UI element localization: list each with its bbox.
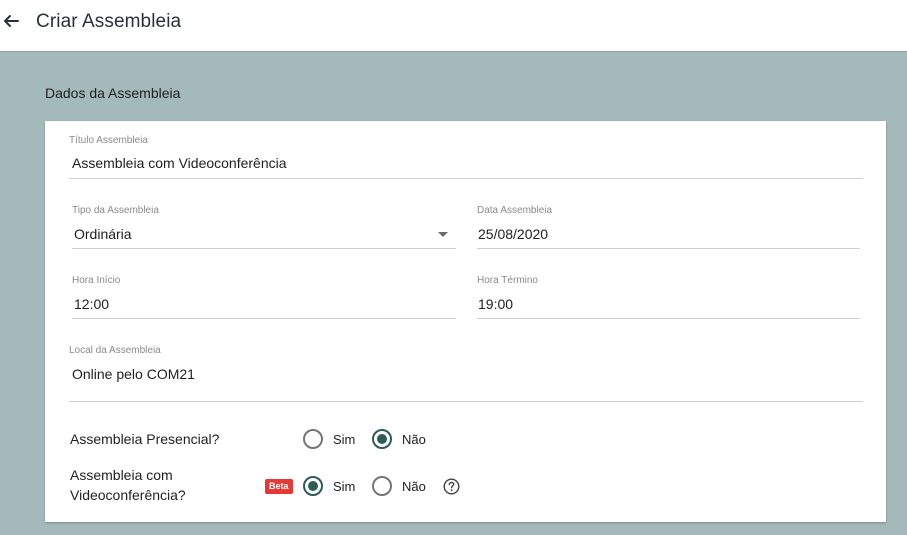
videoconferencia-sim-radio[interactable]: Sim [303,476,355,496]
hora-termino-value[interactable]: 19:00 [478,296,513,312]
radio-checked-icon[interactable] [372,429,392,449]
back-arrow-icon[interactable] [0,8,24,34]
section-title: Dados da Assembleia [45,85,181,101]
tipo-select[interactable]: Tipo da Assembleia Ordinária [72,205,456,249]
help-circle-icon[interactable] [443,478,460,495]
videoconferencia-question-line2: Videoconferência? [70,487,186,503]
presencial-nao-radio[interactable]: Não [372,429,426,449]
videoconferencia-question-line1: Assembleia com [70,467,173,483]
local-label: Local da Assembleia [69,345,161,356]
top-bar: Criar Assembleia [0,0,907,52]
hora-termino-label: Hora Término [477,275,538,286]
presencial-question: Assembleia Presencial? [70,431,220,447]
data-field[interactable]: Data Assembleia 25/08/2020 [477,205,860,249]
tipo-label: Tipo da Assembleia [72,205,159,216]
presencial-sim-label: Sim [333,431,356,447]
videoconferencia-question: Assembleia com Videoconferência? [70,465,186,505]
radio-checked-icon[interactable] [303,476,323,496]
presencial-sim-radio[interactable]: Sim [303,429,355,449]
titulo-field[interactable]: Título Assembleia Assembleia com Videoco… [69,135,863,179]
page-title: Criar Assembleia [36,11,182,32]
form-card: Título Assembleia Assembleia com Videoco… [45,121,886,522]
beta-badge: Beta [265,479,293,494]
tipo-value[interactable]: Ordinária [74,226,132,242]
radio-unchecked-icon[interactable] [372,476,392,496]
radio-unchecked-icon[interactable] [303,429,323,449]
titulo-value[interactable]: Assembleia com Videoconferência [72,155,287,171]
data-label: Data Assembleia [477,205,553,216]
videoconferencia-nao-radio[interactable]: Não [372,476,426,496]
hora-inicio-value[interactable]: 12:00 [74,296,109,312]
hora-termino-field[interactable]: Hora Término 19:00 [477,275,860,319]
data-value[interactable]: 25/08/2020 [478,226,548,242]
videoconferencia-nao-label: Não [402,478,426,494]
hora-inicio-field[interactable]: Hora Início 12:00 [72,275,456,319]
presencial-nao-label: Não [402,431,426,447]
hora-inicio-label: Hora Início [72,275,121,286]
videoconferencia-sim-label: Sim [333,478,356,494]
caret-down-icon[interactable] [438,232,448,237]
local-value[interactable]: Online pelo COM21 [72,366,195,382]
titulo-label: Título Assembleia [69,135,148,146]
local-field[interactable]: Local da Assembleia Online pelo COM21 [69,345,863,402]
